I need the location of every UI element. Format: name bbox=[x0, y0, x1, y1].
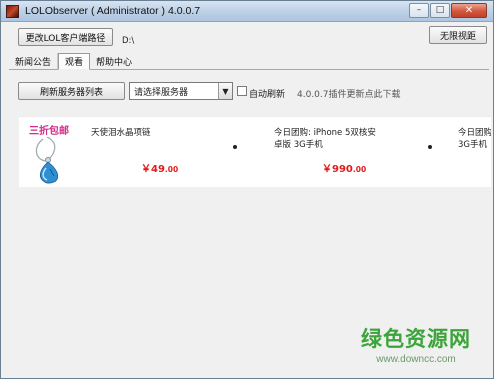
minimize-button[interactable]: – bbox=[409, 3, 429, 18]
product-price: ￥990.00 bbox=[322, 160, 366, 175]
watermark-site-url: www.downcc.com bbox=[376, 354, 456, 365]
minimize-icon: – bbox=[416, 5, 422, 15]
change-client-path-button[interactable]: 更改LOL客户端路径 bbox=[18, 28, 113, 46]
close-icon: ✕ bbox=[464, 4, 474, 16]
tab-help[interactable]: 帮助中心 bbox=[90, 53, 138, 69]
site-watermark: 绿色资源网 www.downcc.com bbox=[361, 323, 471, 365]
product-name-line2[interactable]: 卓版 3G手机 bbox=[274, 139, 323, 151]
price-main: ￥49 bbox=[141, 164, 165, 175]
product-name-line2[interactable]: 3G手机 bbox=[458, 139, 487, 151]
refresh-server-list-button[interactable]: 刷新服务器列表 bbox=[18, 82, 125, 100]
product-name[interactable]: 今日团购: iPhone 5双核安 bbox=[274, 127, 376, 139]
price-cents: .00 bbox=[164, 165, 179, 174]
window-controls: – □ ✕ bbox=[408, 3, 487, 18]
server-select-value: 请选择服务器 bbox=[134, 87, 189, 98]
auto-refresh-checkbox[interactable] bbox=[237, 86, 247, 96]
close-button[interactable]: ✕ bbox=[451, 3, 487, 18]
tab-watch[interactable]: 观看 bbox=[58, 53, 91, 70]
product-name[interactable]: 天使泪水晶项链 bbox=[91, 127, 151, 139]
ad-banner: 三折包邮 天使泪水晶项链 ￥49.00 今日团购: iPhone 5双核安 卓版… bbox=[19, 116, 491, 187]
separator-dot bbox=[233, 145, 237, 149]
app-window: LOLObserver ( Administrator ) 4.0.0.7 – … bbox=[0, 0, 494, 379]
plugin-update-link[interactable]: 4.0.0.7插件更新点此下载 bbox=[297, 87, 401, 100]
server-select[interactable]: 请选择服务器 ▼ bbox=[129, 82, 233, 100]
separator-dot bbox=[428, 145, 432, 149]
product-price: ￥49.00 bbox=[141, 160, 178, 175]
app-icon bbox=[6, 5, 19, 18]
maximize-button[interactable]: □ bbox=[430, 3, 450, 18]
watermark-site-name: 绿色资源网 bbox=[361, 327, 471, 351]
price-cents: .00 bbox=[352, 165, 367, 174]
chevron-down-icon: ▼ bbox=[218, 83, 232, 99]
maximize-icon: □ bbox=[435, 5, 445, 15]
auto-refresh-label[interactable]: 自动刷新 bbox=[249, 87, 285, 100]
price-main: ￥990 bbox=[322, 164, 353, 175]
title-bar[interactable]: LOLObserver ( Administrator ) 4.0.0.7 – … bbox=[1, 1, 493, 22]
crystal-necklace-image[interactable] bbox=[29, 137, 84, 185]
main-tabs: 新闻公告 观看 帮助中心 bbox=[9, 53, 489, 70]
window-title: LOLObserver ( Administrator ) 4.0.0.7 bbox=[25, 5, 201, 17]
unlimited-view-button[interactable]: 无限视距 bbox=[429, 26, 487, 44]
tab-news[interactable]: 新闻公告 bbox=[9, 53, 59, 69]
promo-label: 三折包邮 bbox=[29, 126, 69, 137]
client-path-value: D:\ bbox=[122, 36, 135, 46]
product-name[interactable]: 今日团购: bbox=[458, 127, 491, 139]
